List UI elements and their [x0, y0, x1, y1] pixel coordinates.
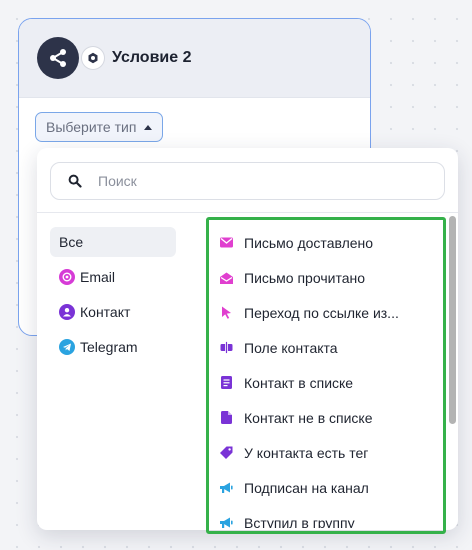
search-input[interactable]	[96, 172, 420, 190]
user-icon	[59, 304, 75, 320]
tag-icon	[220, 446, 233, 459]
event-list: Письмо доставлено Письмо прочитано Перех…	[220, 225, 440, 528]
node-header: Условие 2	[19, 19, 370, 98]
scrollbar-thumb[interactable]	[449, 216, 456, 424]
category-label: Email	[80, 269, 116, 285]
event-item-email-opened[interactable]: Письмо прочитано	[220, 260, 440, 295]
event-item-joined-group[interactable]: Вступил в группу	[220, 505, 440, 528]
category-email[interactable]: Email	[50, 262, 176, 292]
category-list: Все Email Контакт Telegram	[50, 227, 176, 367]
field-icon	[220, 341, 233, 354]
category-all[interactable]: Все	[50, 227, 176, 257]
envelope-icon	[220, 236, 233, 249]
search-box[interactable]	[50, 162, 445, 200]
event-item-contact-has-tag[interactable]: У контакта есть тег	[220, 435, 440, 470]
event-item-subscribed-channel[interactable]: Подписан на канал	[220, 470, 440, 505]
divider	[37, 212, 458, 213]
caret-up-icon	[144, 124, 153, 130]
envelope-open-icon	[220, 271, 233, 284]
search-icon	[68, 174, 82, 188]
category-label: Telegram	[80, 339, 138, 355]
telegram-icon	[59, 339, 75, 355]
category-contact[interactable]: Контакт	[50, 297, 176, 327]
category-label: Все	[59, 234, 84, 250]
event-item-link-click[interactable]: Переход по ссылке из...	[220, 295, 440, 330]
event-item-contact-not-in-list[interactable]: Контакт не в списке	[220, 400, 440, 435]
node-title: Условие 2	[112, 49, 192, 66]
settings-badge-icon[interactable]	[82, 47, 104, 69]
type-select-label: Выберите тип	[46, 119, 137, 135]
event-item-contact-field[interactable]: Поле контакта	[220, 330, 440, 365]
at-sign-icon	[59, 269, 75, 285]
type-select[interactable]: Выберите тип	[35, 112, 164, 142]
list-icon	[220, 376, 233, 389]
event-item-email-delivered[interactable]: Письмо доставлено	[220, 225, 440, 260]
megaphone-icon	[220, 516, 233, 528]
category-label: Контакт	[80, 304, 131, 320]
list-remove-icon	[220, 411, 233, 424]
event-item-contact-in-list[interactable]: Контакт в списке	[220, 365, 440, 400]
megaphone-icon	[220, 481, 233, 494]
category-telegram[interactable]: Telegram	[50, 332, 176, 362]
share-icon	[37, 37, 79, 79]
cursor-icon	[220, 306, 233, 319]
